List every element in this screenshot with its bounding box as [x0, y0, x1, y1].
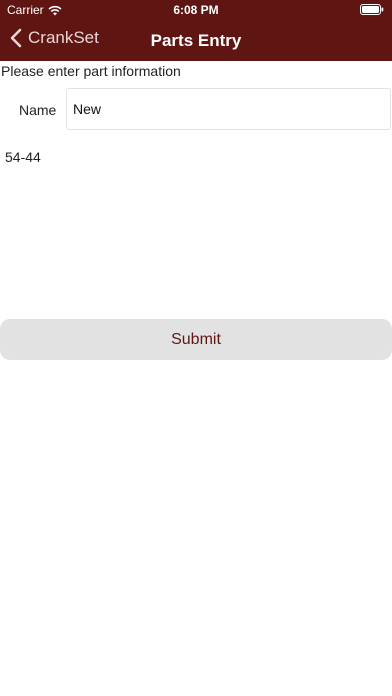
- battery-icon: [360, 4, 384, 15]
- name-input[interactable]: [66, 88, 391, 130]
- page-title: Parts Entry: [150, 31, 242, 50]
- part-number-text: 54-44: [5, 149, 41, 165]
- top-bar: Carrier 6:08 PM CrankSet Parts Entry: [0, 0, 392, 61]
- instructions-text: Please enter part information: [1, 63, 181, 79]
- name-label: Name: [19, 102, 57, 118]
- status-time: 6:08 PM: [173, 3, 219, 17]
- status-bar: Carrier 6:08 PM: [0, 0, 392, 20]
- parts-entry-screen: Carrier 6:08 PM CrankSet Parts Entry Ple…: [0, 0, 392, 696]
- submit-button[interactable]: Submit: [0, 319, 392, 360]
- navigation-bar: CrankSet Parts Entry: [0, 20, 392, 61]
